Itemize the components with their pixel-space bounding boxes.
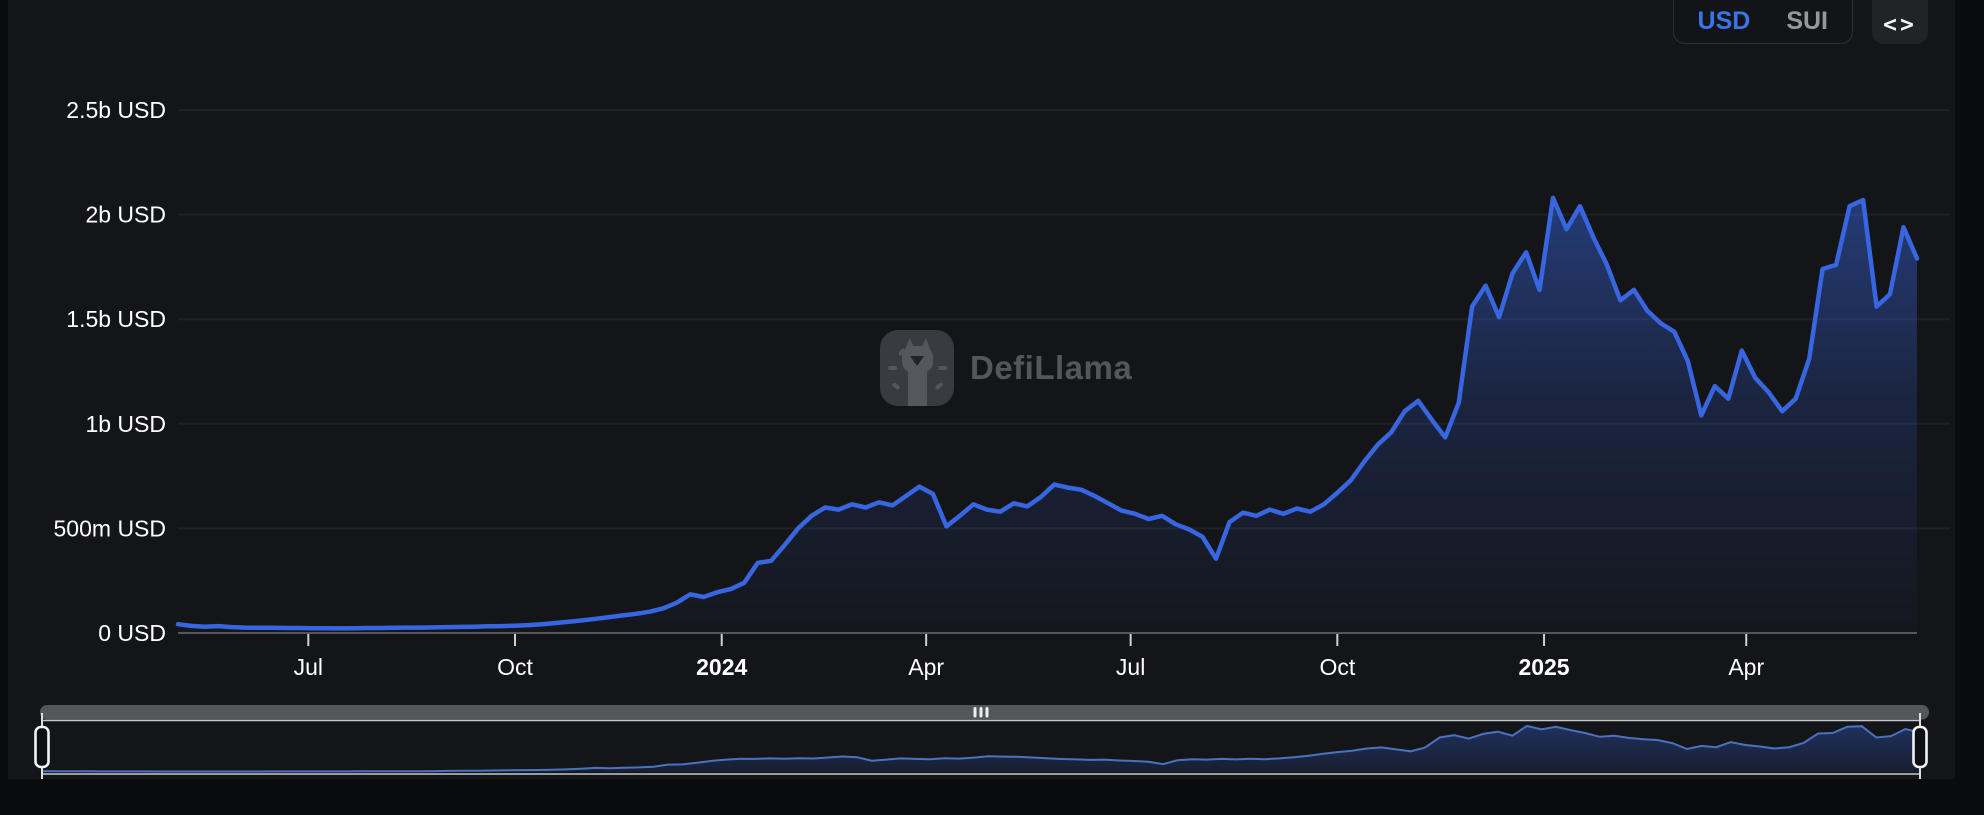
x-axis-label: 2024 [696, 654, 747, 680]
x-axis-label: Oct [497, 654, 533, 680]
x-axis-label: Oct [1319, 654, 1355, 680]
y-axis-label: 1b USD [85, 411, 166, 437]
currency-sui-button[interactable]: SUI [1768, 0, 1846, 42]
brush-grip-icon[interactable] [974, 707, 977, 718]
y-axis-label: 0 USD [98, 620, 166, 646]
x-axis-label: Apr [1728, 654, 1764, 680]
code-icon: <> [1883, 12, 1917, 38]
y-axis-label: 2.5b USD [66, 97, 166, 123]
x-axis-label: Apr [908, 654, 944, 680]
embed-code-button[interactable]: <> [1872, 0, 1928, 44]
currency-usd-button[interactable]: USD [1680, 0, 1769, 42]
x-axis-label: 2025 [1518, 654, 1569, 680]
tvl-area-fill [178, 198, 1917, 633]
currency-toggle: USD SUI [1673, 0, 1853, 44]
x-axis-label: Jul [1116, 654, 1145, 680]
chart-card: DefiLlama 0 USD500m USD1b USD1.5b USD2b … [8, 0, 1955, 779]
x-axis-label: Jul [294, 654, 323, 680]
brush-mini-area [42, 726, 1920, 772]
tvl-area-chart[interactable]: 0 USD 500m USD 1b USD 1.5b USD 2b USD 2.5b US… [8, 0, 1955, 779]
y-axis-label: 1.5b USD [66, 306, 166, 332]
brush-track-bar[interactable] [40, 705, 1929, 720]
left-brush-handle[interactable] [36, 727, 49, 767]
brush-grip-icon[interactable] [980, 707, 983, 718]
right-brush-handle[interactable] [1914, 727, 1927, 767]
y-axis-label: 2b USD [85, 202, 166, 228]
y-axis-label: 500m USD [54, 515, 166, 541]
brush-grip-icon[interactable] [986, 707, 989, 718]
